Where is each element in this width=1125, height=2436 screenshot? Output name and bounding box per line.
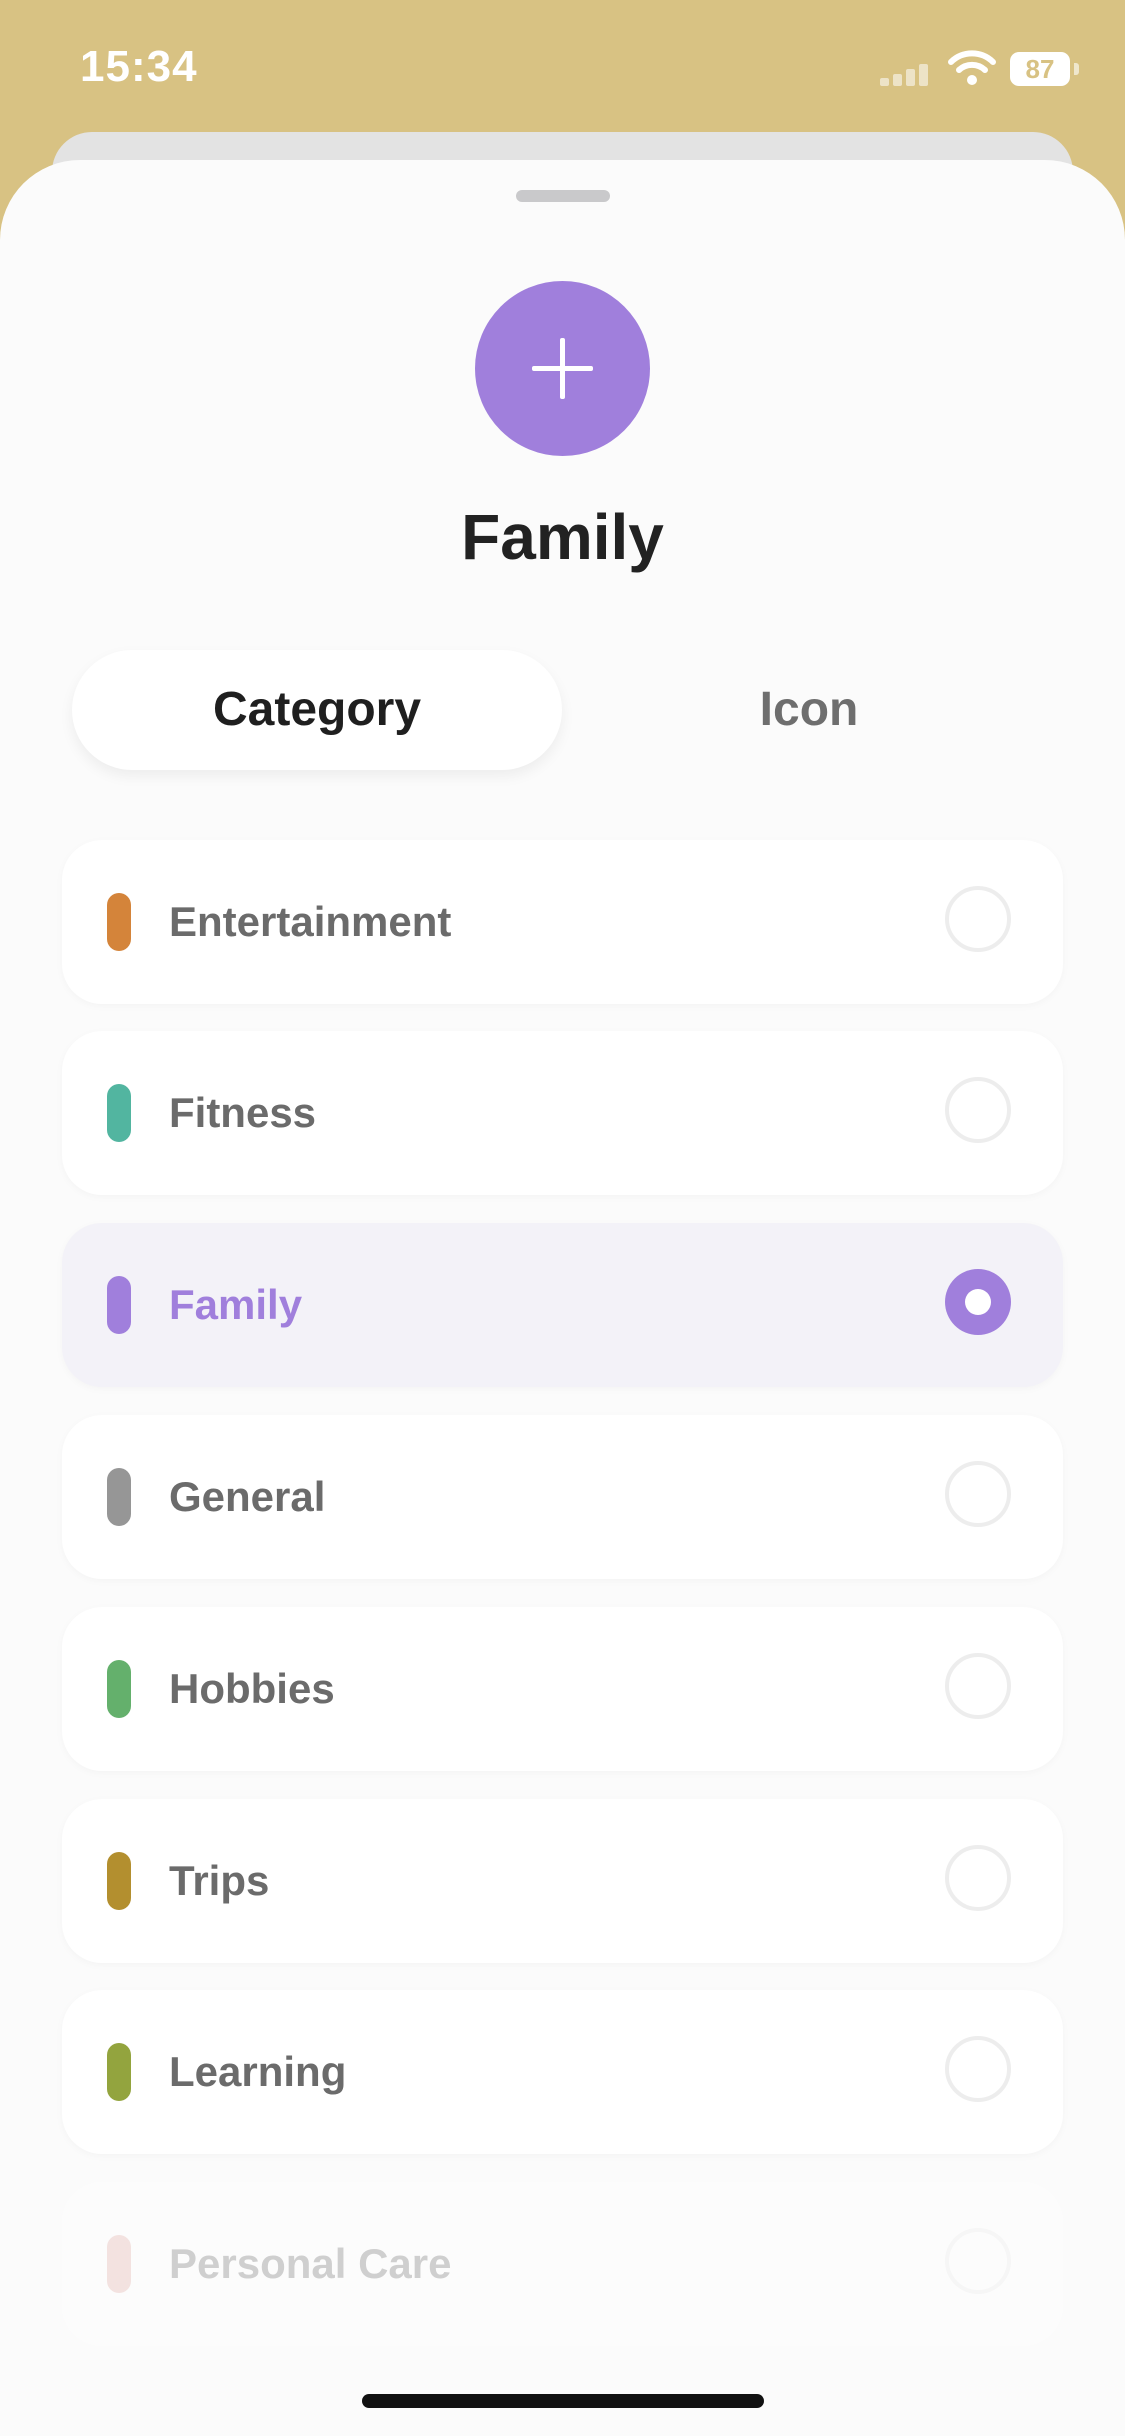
battery-icon: 87 [1010,52,1079,86]
color-swatch [107,1660,131,1718]
status-time: 15:34 [80,42,198,91]
battery-level: 87 [1010,52,1070,86]
sheet-title: Family [461,501,664,573]
status-bar: 15:34 87 [0,0,1125,140]
radio-button[interactable] [945,1653,1011,1719]
category-sheet: Family Category Icon Entertainment Fitne… [0,160,1125,2436]
category-label: Learning [169,2048,347,2095]
home-indicator[interactable] [362,2394,764,2408]
category-row-entertainment[interactable]: Entertainment [62,840,1063,1004]
radio-button[interactable] [945,1077,1011,1143]
radio-button[interactable] [945,2228,1011,2294]
category-label: Fitness [169,1089,317,1136]
tab-category[interactable]: Category [72,650,562,770]
category-row-fitness[interactable]: Fitness [62,1031,1063,1195]
radio-button[interactable] [945,886,1011,952]
category-row-family[interactable]: Family [62,1223,1063,1387]
category-row-personal-care[interactable]: Personal Care [62,2182,1063,2346]
category-row-learning[interactable]: Learning [62,1990,1063,2154]
color-swatch [107,2235,131,2293]
color-swatch [107,1852,131,1910]
color-swatch [107,1468,131,1526]
radio-button-selected[interactable] [945,1269,1011,1335]
color-swatch [107,2043,131,2101]
radio-button[interactable] [945,1845,1011,1911]
category-row-trips[interactable]: Trips [62,1799,1063,1963]
signal-icon [880,60,936,86]
category-label: Hobbies [169,1665,335,1712]
category-row-hobbies[interactable]: Hobbies [62,1607,1063,1771]
add-icon-button[interactable] [475,281,650,456]
color-swatch [107,893,131,951]
sheet-grabber[interactable] [516,190,610,202]
tab-icon[interactable]: Icon [562,650,1056,770]
radio-button[interactable] [945,2036,1011,2102]
category-label: Entertainment [169,898,452,945]
radio-button[interactable] [945,1461,1011,1527]
category-label: Trips [169,1857,270,1904]
category-label: General [169,1473,326,1520]
color-swatch [107,1084,131,1142]
wifi-icon [948,50,996,86]
category-row-general[interactable]: General [62,1415,1063,1579]
battery-cap [1074,63,1079,75]
category-label: Personal Care [169,2240,452,2287]
color-swatch [107,1276,131,1334]
category-label: Family [169,1281,303,1328]
segmented-control: Category Icon [72,650,1056,770]
